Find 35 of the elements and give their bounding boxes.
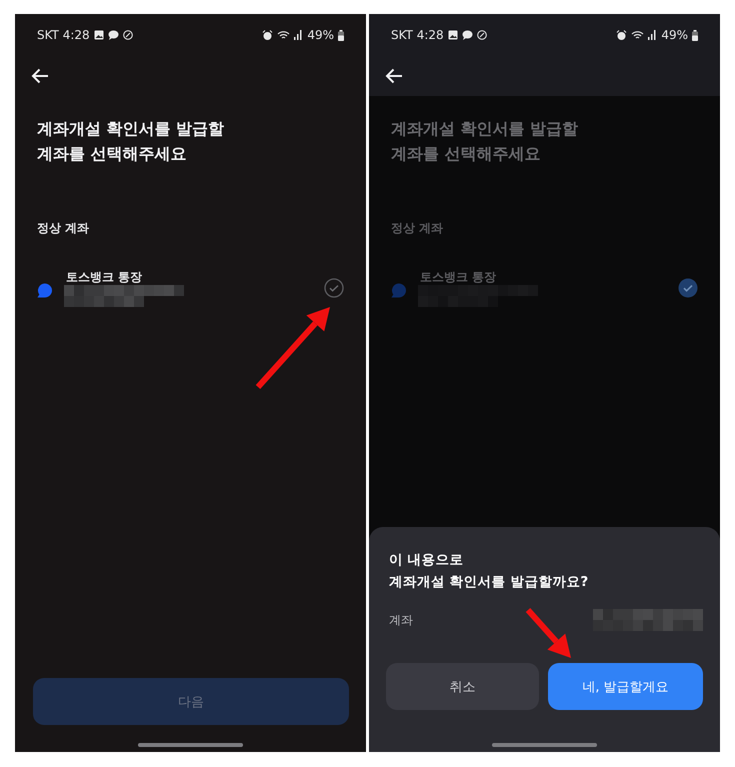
- account-name: 토스뱅크 통장: [66, 269, 142, 285]
- battery-icon: [338, 30, 344, 40]
- image-icon: [448, 30, 458, 40]
- image-icon: [94, 30, 104, 40]
- back-arrow-icon[interactable]: [31, 68, 49, 84]
- page-heading: 계좌개설 확인서를 발급할 계좌를 선택해주세요: [391, 118, 580, 165]
- status-time: SKT 4:28: [37, 28, 90, 42]
- check-circle-icon[interactable]: [678, 278, 698, 298]
- section-label: 정상 계좌: [37, 220, 90, 237]
- annotation-arrow: [526, 608, 571, 658]
- back-arrow-icon[interactable]: [385, 68, 403, 84]
- section-label: 정상 계좌: [391, 220, 444, 237]
- alarm-icon: [616, 30, 628, 40]
- field-label: 계좌: [389, 612, 413, 628]
- compass-icon: [122, 30, 133, 40]
- cancel-button[interactable]: 취소: [386, 663, 539, 710]
- wifi-icon: [277, 30, 290, 40]
- page-heading: 계좌개설 확인서를 발급할 계좌를 선택해주세요: [37, 118, 226, 165]
- battery-percent: 49%: [307, 28, 334, 42]
- sheet-title: 이 내용으로 계좌개설 확인서를 발급할까요?: [389, 551, 588, 592]
- compass-icon: [476, 30, 487, 40]
- alarm-icon: [262, 30, 274, 40]
- status-time: SKT 4:28: [391, 28, 444, 42]
- chat-icon: [108, 30, 119, 40]
- signal-icon: [648, 30, 658, 40]
- bank-logo-icon: [36, 282, 53, 298]
- chat-icon: [462, 30, 473, 40]
- confirm-button[interactable]: 네, 발급할게요: [548, 663, 703, 710]
- battery-icon: [692, 30, 698, 40]
- battery-percent: 49%: [661, 28, 688, 42]
- check-circle-icon[interactable]: [324, 278, 344, 298]
- account-name: 토스뱅크 통장: [420, 269, 496, 285]
- bank-logo-icon: [390, 282, 407, 298]
- wifi-icon: [631, 30, 644, 40]
- signal-icon: [294, 30, 304, 40]
